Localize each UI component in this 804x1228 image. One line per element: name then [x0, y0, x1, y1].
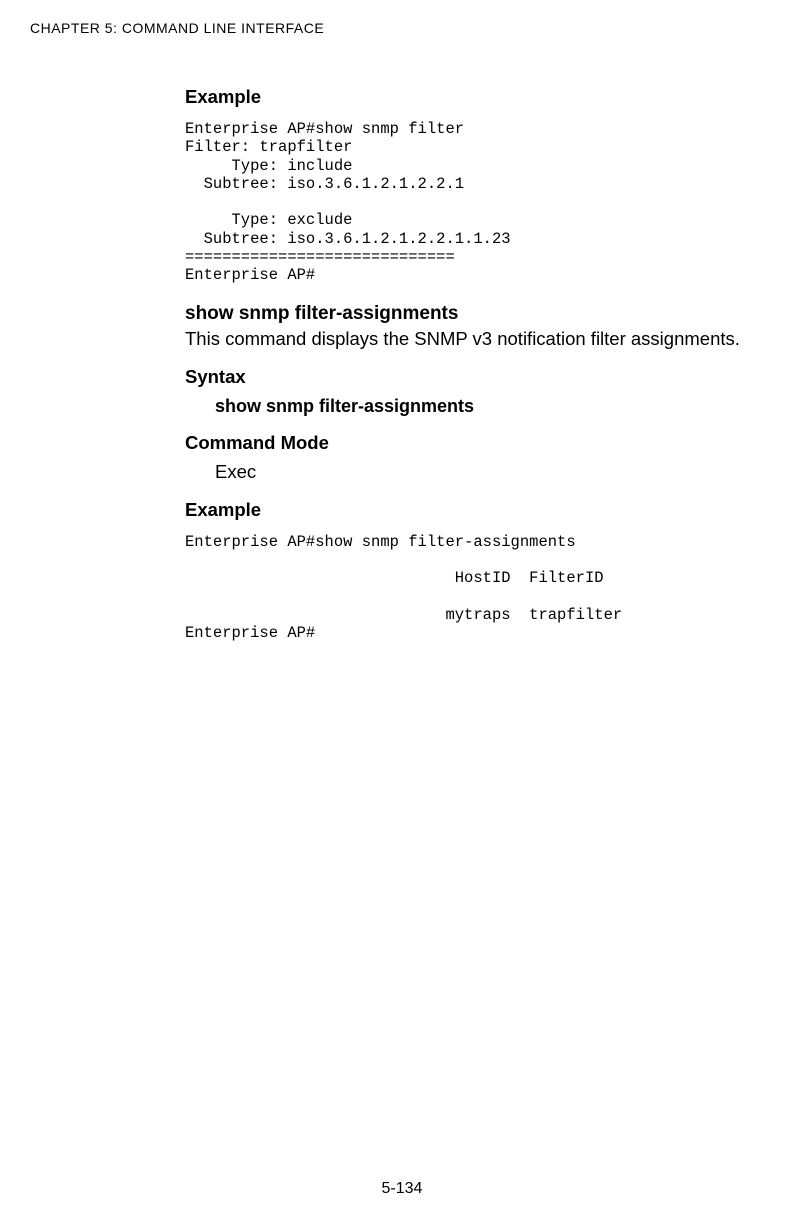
example-heading-2: Example [185, 499, 764, 521]
command-mode-value: Exec [215, 460, 764, 485]
code-block-1: Enterprise AP#show snmp filter Filter: t… [185, 120, 764, 285]
page-content: Example Enterprise AP#show snmp filter F… [185, 86, 764, 642]
code-block-2: Enterprise AP#show snmp filter-assignmen… [185, 533, 764, 643]
command-heading: show snmp filter-assignments [185, 303, 764, 325]
command-mode-heading: Command Mode [185, 432, 764, 454]
page-number: 5-134 [0, 1180, 804, 1198]
syntax-heading: Syntax [185, 366, 764, 388]
command-description: This command displays the SNMP v3 notifi… [185, 327, 764, 352]
running-header: CHAPTER 5: COMMAND LINE INTERFACE [30, 20, 774, 36]
syntax-command: show snmp filter-assignments [215, 394, 764, 418]
example-heading-1: Example [185, 86, 764, 108]
